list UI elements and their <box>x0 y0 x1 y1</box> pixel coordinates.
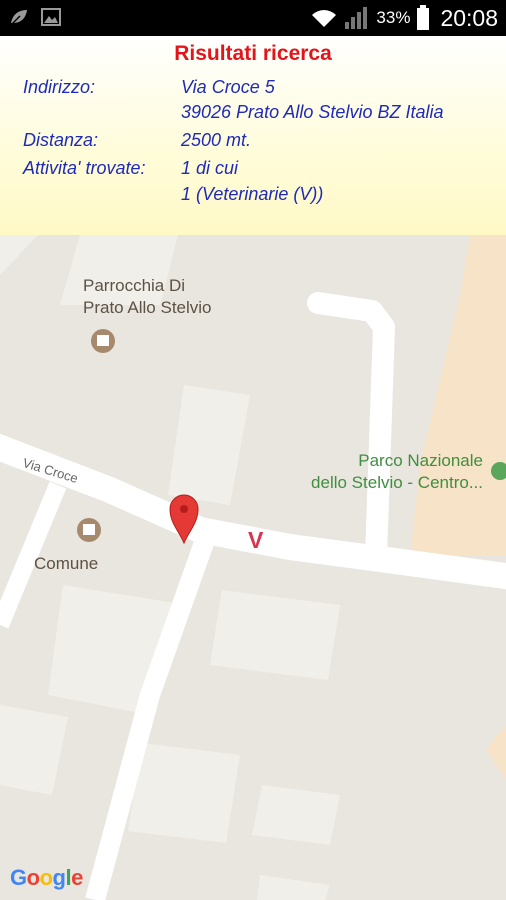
distance-label: Distanza: <box>23 130 99 150</box>
status-bar: 33% 20:08 <box>0 0 506 36</box>
road-north <box>307 292 395 568</box>
building <box>210 590 340 680</box>
wifi-icon <box>312 10 337 27</box>
address-line2: 39026 Prato Allo Stelvio BZ Italia <box>181 102 444 122</box>
park-area-edge <box>486 725 506 780</box>
google-logo: Google <box>10 865 83 890</box>
address-line1: Via Croce 5 <box>181 77 275 97</box>
distance-value: 2500 mt. <box>181 130 252 150</box>
vet-marker[interactable]: V <box>248 527 263 554</box>
battery-icon <box>417 5 430 30</box>
building <box>168 385 250 505</box>
search-results-panel: Risultati ricerca Indirizzo: Via Croce 5… <box>0 36 506 235</box>
clock: 20:08 <box>440 4 498 31</box>
map-view[interactable]: Parrocchia Di Prato Allo Stelvio Parco N… <box>0 235 506 900</box>
building <box>252 785 340 845</box>
battery-percent: 33% <box>376 8 411 27</box>
building <box>257 875 330 900</box>
signal-icon <box>345 7 368 29</box>
town-hall-icon-body <box>83 524 95 535</box>
results-title: Risultati ricerca <box>174 42 332 65</box>
building <box>0 705 68 795</box>
activities-line1: 1 di cui <box>181 158 239 178</box>
park-area <box>410 235 506 555</box>
activities-line2: 1 (Veterinarie (V)) <box>181 184 324 204</box>
leaf-notification-icon <box>11 10 27 25</box>
park-label[interactable]: Parco Nazionale dello Stelvio - Centro..… <box>311 450 483 494</box>
activities-label: Attivita' trovate: <box>23 158 146 178</box>
town-hall-label[interactable]: Comune <box>34 553 98 575</box>
image-notification-icon <box>41 8 61 26</box>
location-pin-dot <box>180 505 188 513</box>
church-icon-body <box>97 335 109 346</box>
building <box>0 235 38 275</box>
building <box>128 743 240 843</box>
church-label[interactable]: Parrocchia Di Prato Allo Stelvio <box>83 275 212 319</box>
address-label: Indirizzo: <box>23 77 96 97</box>
